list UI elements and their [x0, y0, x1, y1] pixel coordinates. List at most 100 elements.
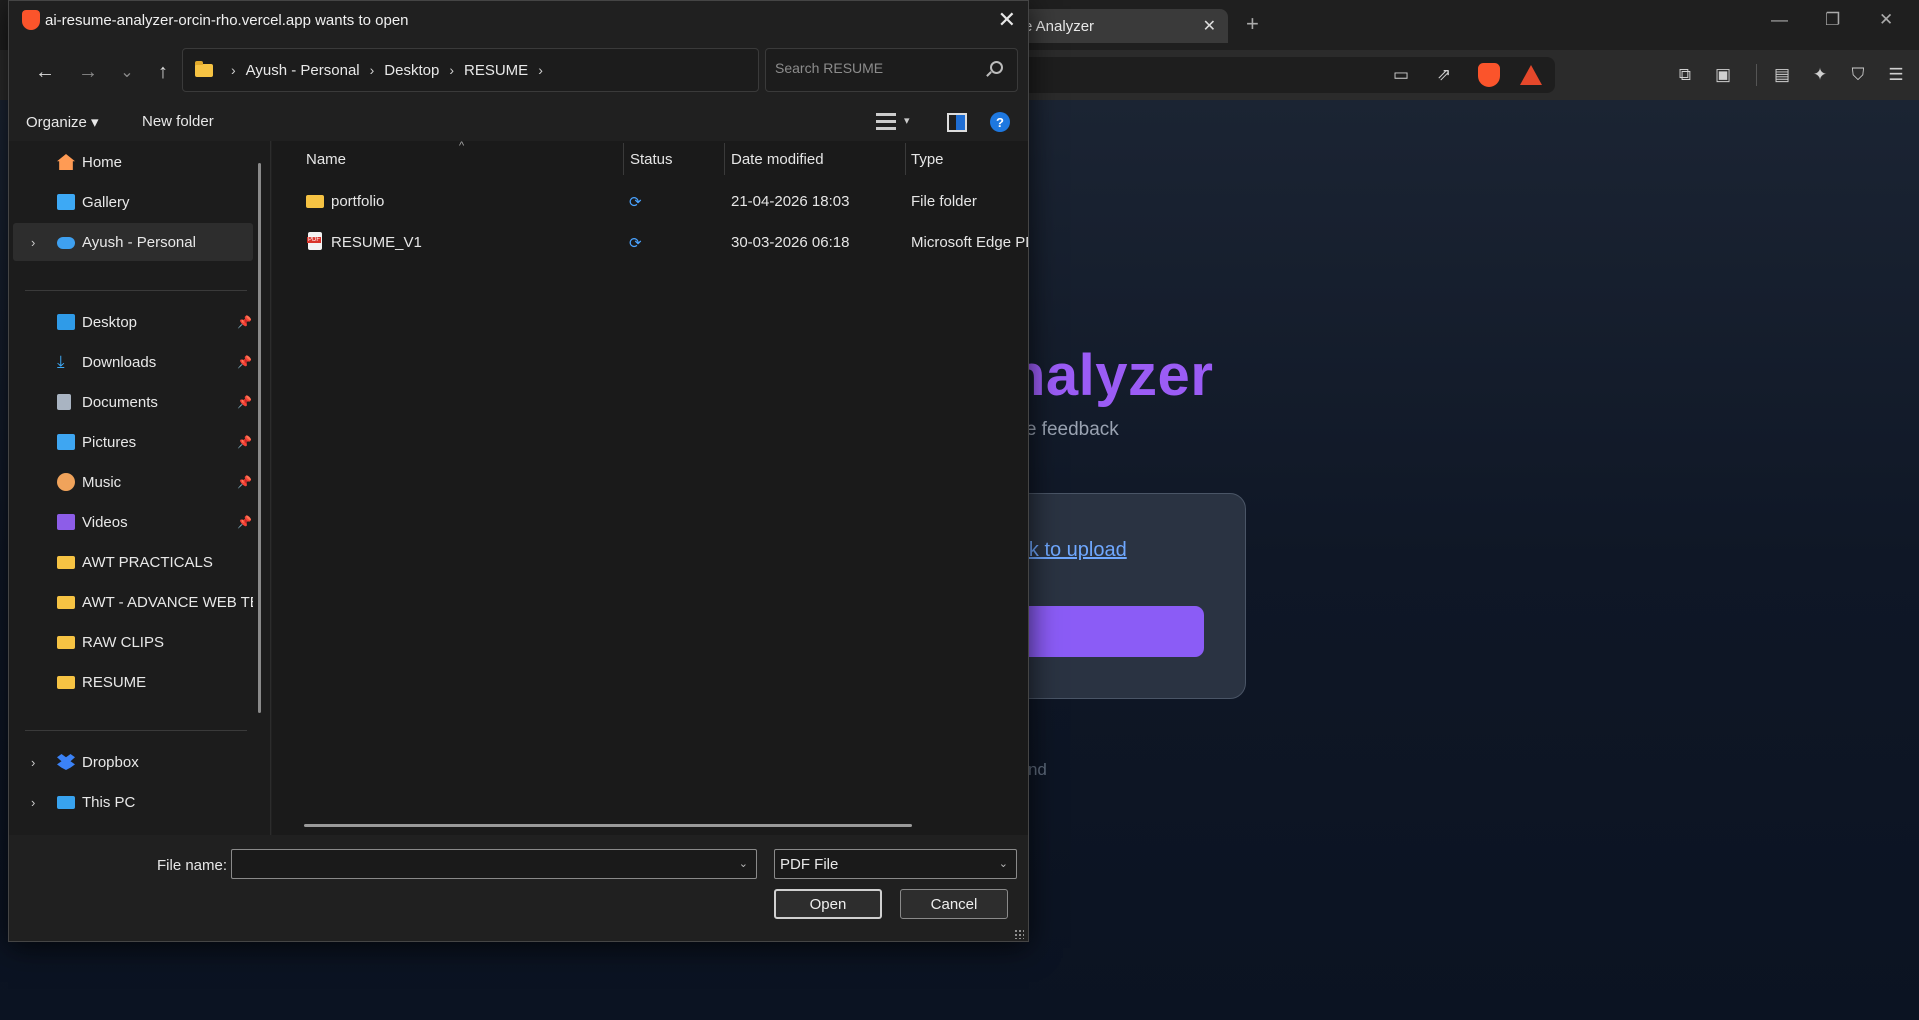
brave-rewards-icon[interactable] — [1518, 62, 1544, 88]
horizontal-scrollbar[interactable] — [304, 824, 912, 827]
column-header-date[interactable]: Date modified — [731, 141, 824, 177]
browser-tab[interactable]: e Analyzer ✕ — [1010, 9, 1228, 43]
breadcrumb-item[interactable]: Desktop — [384, 62, 439, 79]
tab-close-icon[interactable]: ✕ — [1203, 16, 1216, 36]
file-name-label: File name: — [157, 857, 228, 874]
sidebar-item-raw-clips[interactable]: RAW CLIPS — [13, 623, 253, 661]
cancel-button[interactable]: Cancel — [900, 889, 1008, 919]
sidebar-item-videos[interactable]: Videos 📌 — [13, 503, 253, 541]
help-icon[interactable]: ? — [990, 112, 1010, 132]
navigation-pane: Home Gallery › Ayush - Personal Desktop … — [9, 141, 271, 835]
open-button[interactable]: Open — [774, 889, 882, 919]
pin-icon: 📌 — [237, 515, 252, 529]
install-app-icon[interactable]: ▭ — [1388, 62, 1414, 88]
menu-icon[interactable]: ☰ — [1883, 62, 1909, 88]
expand-chevron-icon[interactable]: › — [31, 235, 35, 250]
extensions-icon[interactable]: ⧉ — [1672, 62, 1698, 88]
music-icon — [57, 473, 75, 491]
sidebar-item-awt-advance-web[interactable]: AWT - ADVANCE WEB TEC — [13, 583, 253, 621]
new-tab-icon[interactable]: + — [1246, 11, 1259, 37]
up-arrow-icon[interactable]: ↑ — [148, 57, 178, 87]
sidebar-item-label: RAW CLIPS — [82, 633, 164, 651]
vpn-icon[interactable]: ⛉ — [1845, 62, 1871, 88]
breadcrumb[interactable]: › Ayush - Personal › Desktop › RESUME › … — [182, 48, 917, 92]
chevron-down-icon[interactable]: ⌄ — [999, 857, 1008, 870]
tab-title: e Analyzer — [1024, 17, 1095, 35]
dialog-close-icon[interactable]: ✕ — [998, 7, 1016, 33]
sidebar-item-label: Downloads — [82, 353, 157, 371]
folder-icon — [57, 675, 75, 689]
file-type-select[interactable]: PDF File ⌄ — [774, 849, 1017, 879]
forward-arrow-icon[interactable]: → — [73, 57, 103, 87]
file-list: ^ Name Status Date modified Type portfol… — [272, 140, 1028, 835]
search-icon[interactable] — [990, 61, 1003, 74]
sidebar-item-dropbox[interactable]: › Dropbox — [13, 743, 253, 781]
file-type-value: PDF File — [780, 856, 839, 873]
file-name: RESUME_V1 — [331, 234, 422, 251]
file-type: File folder — [911, 193, 977, 210]
sort-indicator-icon: ^ — [459, 140, 465, 152]
column-divider[interactable] — [905, 143, 906, 175]
new-folder-button[interactable]: New folder — [142, 113, 214, 130]
column-header-status[interactable]: Status — [630, 141, 673, 177]
file-name-combobox[interactable]: ⌄ — [231, 849, 757, 879]
sidebar-item-home[interactable]: Home — [13, 143, 253, 181]
sidebar-item-this-pc[interactable]: › This PC — [13, 783, 253, 821]
cloud-icon — [57, 237, 75, 249]
view-options-icon[interactable] — [876, 113, 896, 130]
sidebar-item-gallery[interactable]: Gallery — [13, 183, 253, 221]
sidebar-item-label: Dropbox — [82, 753, 139, 771]
dialog-footer: File name: ⌄ PDF File ⌄ Open Cancel — [9, 835, 1028, 941]
sidebar-item-pictures[interactable]: Pictures 📌 — [13, 423, 253, 461]
brave-logo-icon — [22, 10, 40, 30]
brave-shields-icon[interactable] — [1476, 62, 1502, 88]
pin-icon: 📌 — [237, 435, 252, 449]
dialog-title: ai-resume-analyzer-orcin-rho.vercel.app … — [45, 12, 409, 29]
wallet-icon[interactable]: ▤ — [1769, 62, 1795, 88]
sidebar-item-desktop[interactable]: Desktop 📌 — [13, 303, 253, 341]
file-type: Microsoft Edge PD... — [911, 234, 1028, 251]
back-arrow-icon[interactable]: ← — [30, 57, 60, 87]
sidebar-item-music[interactable]: Music 📌 — [13, 463, 253, 501]
breadcrumb-item[interactable]: RESUME — [464, 62, 528, 79]
file-name-input[interactable] — [238, 855, 718, 871]
preview-pane-icon[interactable] — [947, 113, 967, 132]
recent-locations-icon[interactable]: ⌄ — [112, 57, 142, 87]
organize-button[interactable]: Organize ▾ — [26, 113, 99, 131]
restore-icon[interactable]: ❐ — [1825, 10, 1840, 30]
sidebar-item-documents[interactable]: Documents 📌 — [13, 383, 253, 421]
share-icon[interactable]: ⇗ — [1431, 62, 1457, 88]
chevron-down-icon[interactable]: ⌄ — [739, 857, 748, 870]
column-header-name[interactable]: Name — [306, 141, 346, 177]
sidebar-item-awt-practicals[interactable]: AWT PRACTICALS — [13, 543, 253, 581]
desktop-icon — [57, 314, 75, 330]
file-row[interactable]: portfolio ⟳ 21-04-2026 18:03 File folder — [272, 183, 1028, 219]
sidebar-item-ayush-personal[interactable]: › Ayush - Personal — [13, 223, 253, 261]
resize-grip-icon[interactable] — [1014, 929, 1024, 939]
search-input[interactable] — [775, 60, 975, 76]
gallery-icon — [57, 194, 75, 210]
column-divider[interactable] — [724, 143, 725, 175]
folder-icon — [306, 195, 324, 208]
file-row[interactable]: RESUME_V1 ⟳ 30-03-2026 06:18 Microsoft E… — [272, 224, 1028, 260]
column-header-type[interactable]: Type — [911, 141, 944, 177]
minimize-icon[interactable]: — — [1771, 10, 1788, 30]
reader-mode-icon[interactable]: ▣ — [1710, 62, 1736, 88]
window-close-icon[interactable]: ✕ — [1879, 10, 1893, 30]
expand-chevron-icon[interactable]: › — [31, 795, 35, 810]
sidebar-item-downloads[interactable]: ⤓ Downloads 📌 — [13, 343, 253, 381]
breadcrumb-item[interactable]: Ayush - Personal — [246, 62, 360, 79]
sidebar-item-label: Home — [82, 153, 123, 171]
expand-chevron-icon[interactable]: › — [31, 755, 35, 770]
sidebar-item-resume[interactable]: RESUME — [13, 663, 253, 701]
sidebar-scrollbar[interactable] — [258, 163, 261, 713]
file-date: 30-03-2026 06:18 — [731, 234, 850, 251]
leo-ai-icon[interactable]: ✦ — [1807, 62, 1833, 88]
search-box[interactable] — [765, 48, 1018, 92]
pin-icon: 📌 — [237, 315, 252, 329]
page-title: nalyzer — [1010, 343, 1214, 408]
view-dropdown-icon[interactable]: ▾ — [904, 114, 910, 127]
folder-icon — [195, 60, 213, 77]
column-divider[interactable] — [623, 143, 624, 175]
address-bar[interactable] — [1010, 57, 1555, 93]
